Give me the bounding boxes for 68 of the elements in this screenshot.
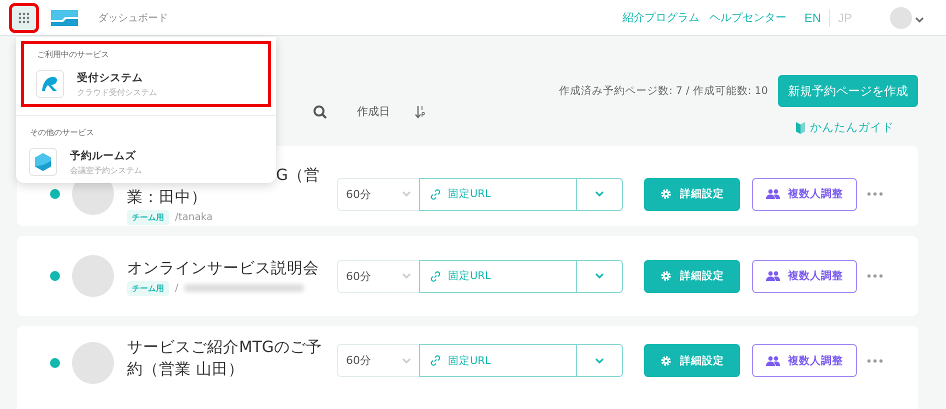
multi-person-button[interactable]: 複数人調整 bbox=[752, 260, 857, 292]
sort-order-icon[interactable] bbox=[415, 104, 425, 118]
avatar bbox=[72, 342, 114, 384]
page-title: サービスご紹介MTGのご予 bbox=[127, 338, 322, 356]
logo-icon[interactable] bbox=[51, 10, 78, 26]
chevron-down-icon bbox=[402, 358, 411, 364]
page-title: オンラインサービス説明会 bbox=[127, 258, 319, 276]
url-dropdown-button[interactable] bbox=[577, 178, 623, 210]
page-title: G（営 bbox=[276, 166, 320, 184]
guide-link[interactable]: かんたんガイド bbox=[796, 120, 894, 135]
duration-select[interactable]: 60分 bbox=[337, 260, 419, 292]
section-label: ご利用中のサービス bbox=[36, 49, 110, 61]
wave-logo-icon bbox=[41, 76, 59, 92]
service-item[interactable]: 受付システム クラウド受付システム bbox=[28, 70, 264, 98]
chevron-down-icon bbox=[595, 273, 604, 279]
hexagon-logo-icon bbox=[34, 152, 52, 172]
page-title: 業：田中） bbox=[127, 188, 207, 206]
section-label: その他のサービス bbox=[29, 127, 95, 139]
create-page-button[interactable]: 新規予約ページを作成 bbox=[778, 75, 918, 107]
more-icon[interactable] bbox=[867, 274, 883, 278]
apps-menu-button[interactable] bbox=[12, 6, 36, 30]
service-item[interactable]: 予約ルームズ 会議室予約システム bbox=[21, 148, 271, 176]
chevron-down-icon bbox=[402, 273, 411, 279]
page-slug: /tanaka bbox=[175, 212, 213, 222]
fixed-url-button[interactable]: 固定URL bbox=[419, 260, 577, 292]
link-icon bbox=[430, 270, 441, 282]
more-icon[interactable] bbox=[867, 192, 883, 196]
chevron-down-icon bbox=[402, 191, 411, 197]
avatar bbox=[72, 255, 114, 297]
status-dot bbox=[50, 358, 60, 368]
fixed-url-button[interactable]: 固定URL bbox=[419, 178, 577, 210]
settings-button[interactable]: 詳細設定 bbox=[644, 344, 740, 377]
people-icon bbox=[766, 189, 780, 199]
gear-icon bbox=[660, 270, 672, 282]
team-tag: チーム用 bbox=[127, 210, 169, 224]
multi-person-button[interactable]: 複数人調整 bbox=[752, 178, 857, 210]
link-icon bbox=[430, 188, 441, 200]
page-slug: / bbox=[175, 282, 178, 294]
chevron-down-icon bbox=[595, 191, 604, 197]
multi-person-button[interactable]: 複数人調整 bbox=[752, 344, 857, 377]
chevron-down-icon bbox=[915, 17, 924, 23]
duration-select[interactable]: 60分 bbox=[337, 344, 419, 377]
more-icon[interactable] bbox=[867, 358, 883, 362]
sort-field-button[interactable]: 作成日 bbox=[357, 104, 390, 119]
people-icon bbox=[766, 271, 780, 281]
header-link[interactable]: 紹介プログラム bbox=[622, 10, 700, 25]
language-toggle[interactable]: EN bbox=[796, 10, 829, 24]
fixed-url-button[interactable]: 固定URL bbox=[419, 344, 577, 377]
page-count-text: 作成済み予約ページ数: 7 / 作成可能数: 10 bbox=[558, 84, 768, 98]
link-icon bbox=[430, 355, 441, 366]
status-dot bbox=[50, 189, 60, 199]
status-dot bbox=[50, 271, 60, 281]
beginner-mark-icon bbox=[796, 122, 805, 134]
url-dropdown-button[interactable] bbox=[577, 260, 623, 292]
dashboard-link[interactable]: ダッシュボード bbox=[98, 10, 168, 24]
chevron-down-icon bbox=[595, 358, 604, 364]
search-icon[interactable] bbox=[313, 104, 327, 118]
gear-icon bbox=[660, 188, 672, 200]
settings-button[interactable]: 詳細設定 bbox=[644, 260, 740, 292]
people-icon bbox=[766, 356, 780, 366]
header-link[interactable]: ヘルプセンター bbox=[709, 10, 786, 25]
gear-icon bbox=[660, 354, 672, 366]
url-dropdown-button[interactable] bbox=[577, 344, 623, 377]
settings-button[interactable]: 詳細設定 bbox=[644, 178, 740, 210]
page-title: 約（営業 山田） bbox=[127, 360, 244, 378]
duration-select[interactable]: 60分 bbox=[337, 178, 419, 210]
team-tag: チーム用 bbox=[127, 280, 169, 296]
grid-icon bbox=[18, 12, 30, 24]
